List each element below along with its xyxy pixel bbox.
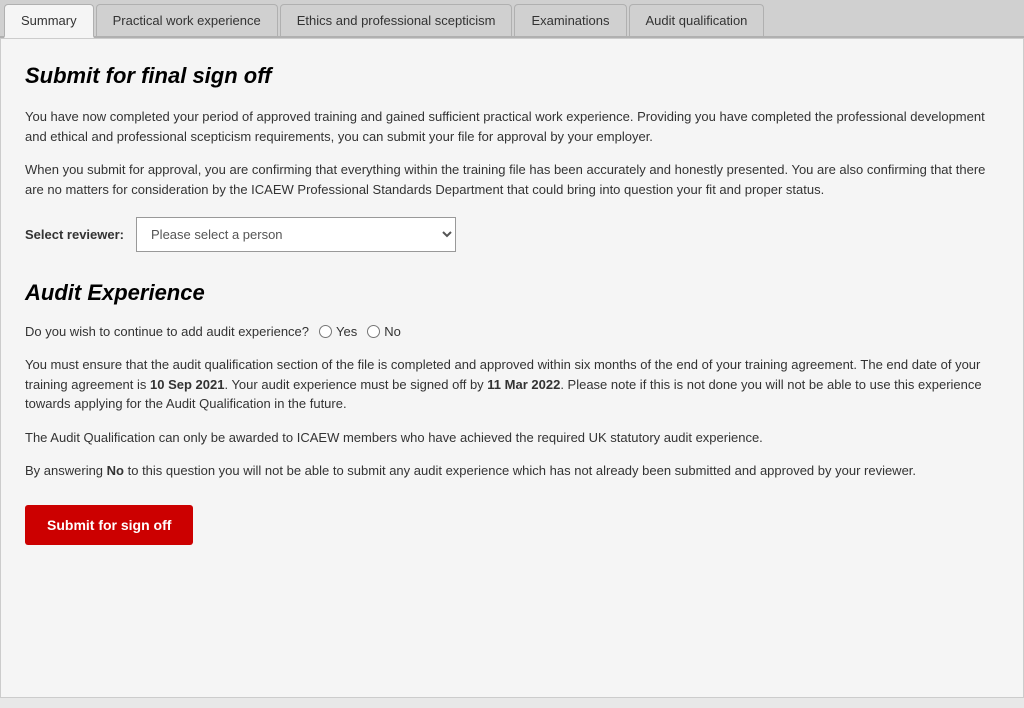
no-label-text: No [384,324,401,339]
audit-question-row: Do you wish to continue to add audit exp… [25,324,999,339]
yes-radio-label[interactable]: Yes [319,324,357,339]
yes-radio[interactable] [319,325,332,338]
audit-signoff-date: 11 Mar 2022 [487,377,560,392]
yes-label-text: Yes [336,324,357,339]
audit-end-date: 10 Sep 2021 [150,377,224,392]
description-paragraph-2: When you submit for approval, you are co… [25,160,999,199]
audit-info3-no: No [107,463,124,478]
audit-section-title: Audit Experience [25,280,999,306]
tab-practical[interactable]: Practical work experience [96,4,278,36]
submit-button[interactable]: Submit for sign off [25,505,193,545]
tab-ethics[interactable]: Ethics and professional scepticism [280,4,513,36]
no-radio[interactable] [367,325,380,338]
reviewer-label: Select reviewer: [25,227,124,242]
main-content: Submit for final sign off You have now c… [0,38,1024,698]
description-paragraph-1: You have now completed your period of ap… [25,107,999,146]
audit-info1-mid: . Your audit experience must be signed o… [224,377,487,392]
audit-question-text: Do you wish to continue to add audit exp… [25,324,309,339]
audit-info3-pre: By answering [25,463,107,478]
tabs-bar: Summary Practical work experience Ethics… [0,0,1024,38]
audit-info-paragraph-3: By answering No to this question you wil… [25,461,999,481]
tab-examinations[interactable]: Examinations [514,4,626,36]
audit-info-paragraph-1: You must ensure that the audit qualifica… [25,355,999,414]
reviewer-row: Select reviewer: Please select a person [25,217,999,252]
audit-info3-post: to this question you will not be able to… [124,463,916,478]
reviewer-dropdown[interactable]: Please select a person [136,217,456,252]
page-title: Submit for final sign off [25,63,999,89]
no-radio-label[interactable]: No [367,324,401,339]
content-wrapper: Submit for final sign off You have now c… [25,63,999,545]
audit-info-paragraph-2: The Audit Qualification can only be awar… [25,428,999,448]
tab-audit-qualification[interactable]: Audit qualification [629,4,765,36]
tab-summary[interactable]: Summary [4,4,94,38]
